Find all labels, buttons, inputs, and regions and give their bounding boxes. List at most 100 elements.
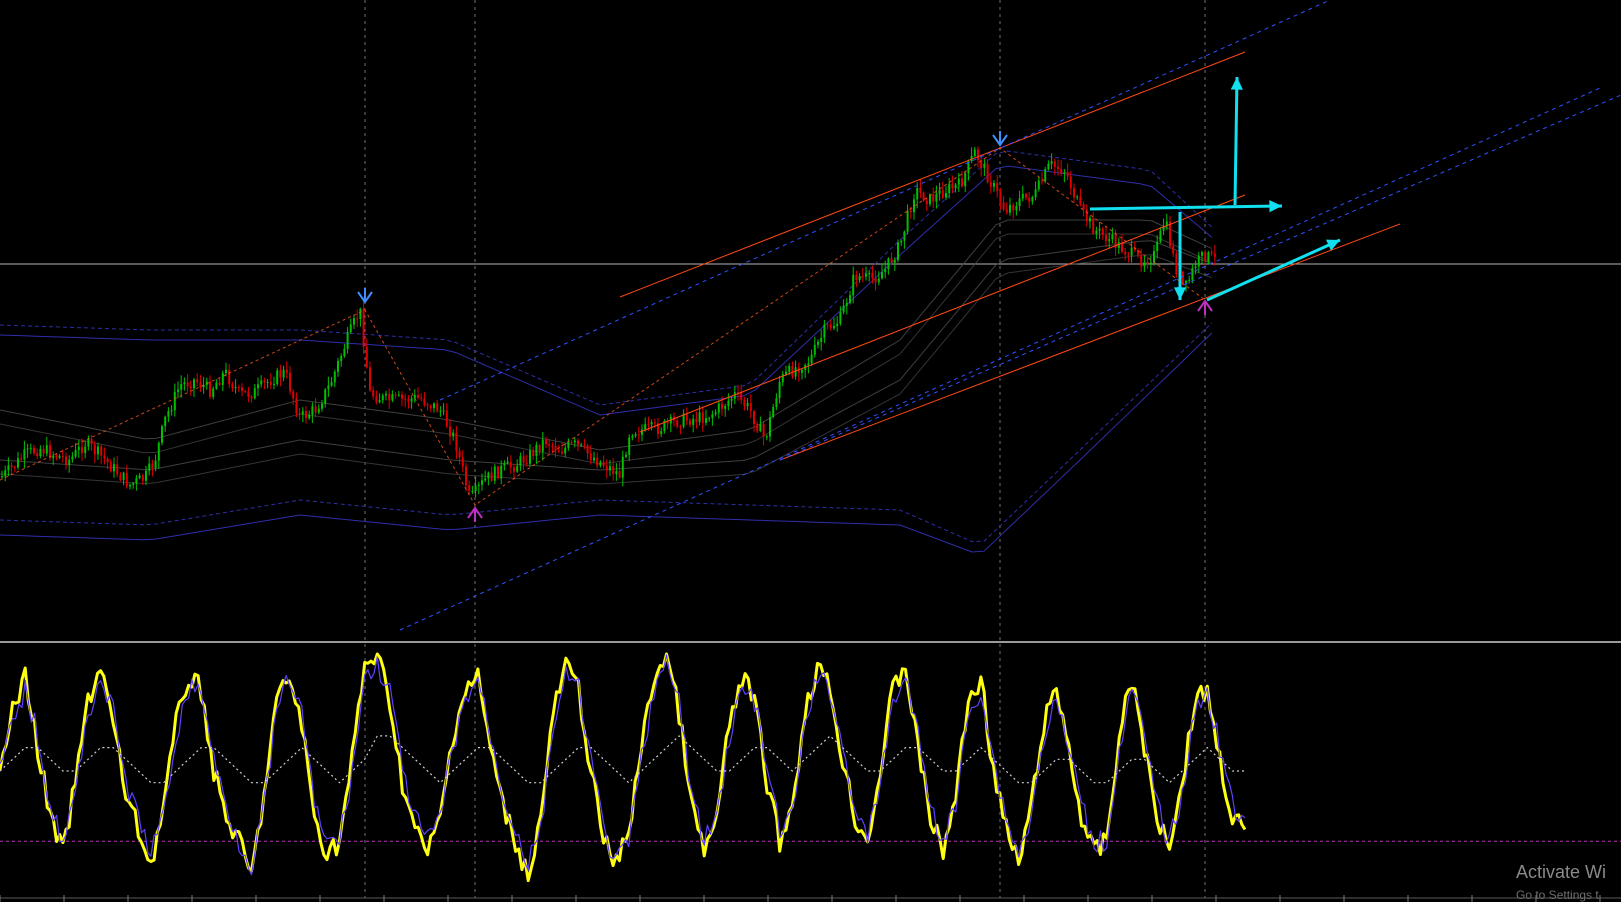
candle-body [372,390,375,397]
candle-body [484,478,487,481]
candle-body [228,369,231,385]
candle-body [941,190,944,198]
candle-body [717,403,720,413]
candle-body [1101,228,1104,235]
candle-body [573,440,576,443]
candle-body [621,456,624,478]
candle-body [1073,188,1075,198]
candle-body [449,426,451,437]
candle-body [561,451,563,454]
candle-body [964,173,967,187]
candle-body [989,182,992,187]
candle-body [973,149,976,156]
candle-body [196,379,199,383]
candle-body [817,341,819,345]
candle-body [420,397,423,399]
candle-body [577,440,579,445]
candle-body [884,269,887,273]
candle-body [433,403,435,409]
candle-body [906,210,909,232]
candle-body [58,455,61,458]
candle-body [730,398,733,401]
candle-body [1140,254,1143,267]
candle-body [855,274,858,280]
candle-body [68,459,71,466]
candle-body [465,466,467,486]
candle-body [253,388,256,399]
candle-body [26,448,29,450]
candle-body [55,455,58,458]
candle-body [788,366,791,372]
candle-body [1012,205,1015,211]
candle-body [151,463,154,469]
candle-body [778,382,781,399]
candle-body [269,381,272,385]
candle-body [1143,262,1146,267]
candle-body [23,449,26,460]
candle-body [33,447,35,454]
candle-body [986,164,989,183]
candle-body [1191,267,1194,280]
candle-body [1028,197,1031,202]
candle-body [145,470,147,481]
candle-body [807,363,810,365]
candle-body [631,435,634,438]
candle-body [295,398,298,414]
candle-body [407,398,410,402]
candle-body [541,439,544,452]
candle-body [1082,204,1085,210]
candle-body [983,164,986,168]
candle-body [746,403,749,407]
candle-body [759,424,762,432]
candle-body [119,474,122,481]
candle-body [113,464,115,472]
candle-body [618,471,621,478]
candle-body [1063,171,1066,174]
candle-body [1069,176,1072,189]
candle-body [353,318,355,325]
candle-body [916,187,919,200]
candle-body [551,445,554,447]
candle-body [685,413,688,421]
candle-body [714,412,717,415]
candle-body [829,324,832,329]
candle-body [503,463,506,466]
candle-body [756,424,759,432]
candle-body [74,449,77,457]
candle-body [1172,246,1175,254]
trading-chart[interactable]: Activate Wi Go to Settings t [0,0,1621,902]
candle-body [538,445,541,452]
candle-body [1005,209,1008,213]
candle-body [397,394,400,396]
candle-body [1188,279,1191,282]
chart-canvas[interactable] [0,0,1621,902]
candle-body [951,183,954,189]
candle-body [477,484,480,486]
candle-body [481,480,483,485]
candle-body [199,382,202,388]
candle-body [442,410,445,412]
candle-body [1031,197,1034,202]
candle-body [935,193,938,202]
candle-body [826,324,829,326]
candle-body [740,392,743,400]
candle-body [919,187,922,193]
candle-body [1194,266,1197,268]
candle-body [45,445,48,454]
candle-body [641,429,643,435]
candle-body [321,403,323,409]
candle-body [231,384,234,388]
candle-body [423,398,426,405]
candle-body [471,491,474,493]
candle-body [87,439,90,447]
candle-body [1025,193,1027,198]
candle-body [468,485,471,492]
candle-body [116,464,119,475]
candle-body [609,466,611,471]
candle-body [109,462,112,472]
candle-body [1034,189,1037,198]
candle-body [93,444,96,455]
activate-windows-watermark: Activate Wi [1516,862,1607,882]
candle-body [557,450,560,452]
candle-body [180,384,183,390]
